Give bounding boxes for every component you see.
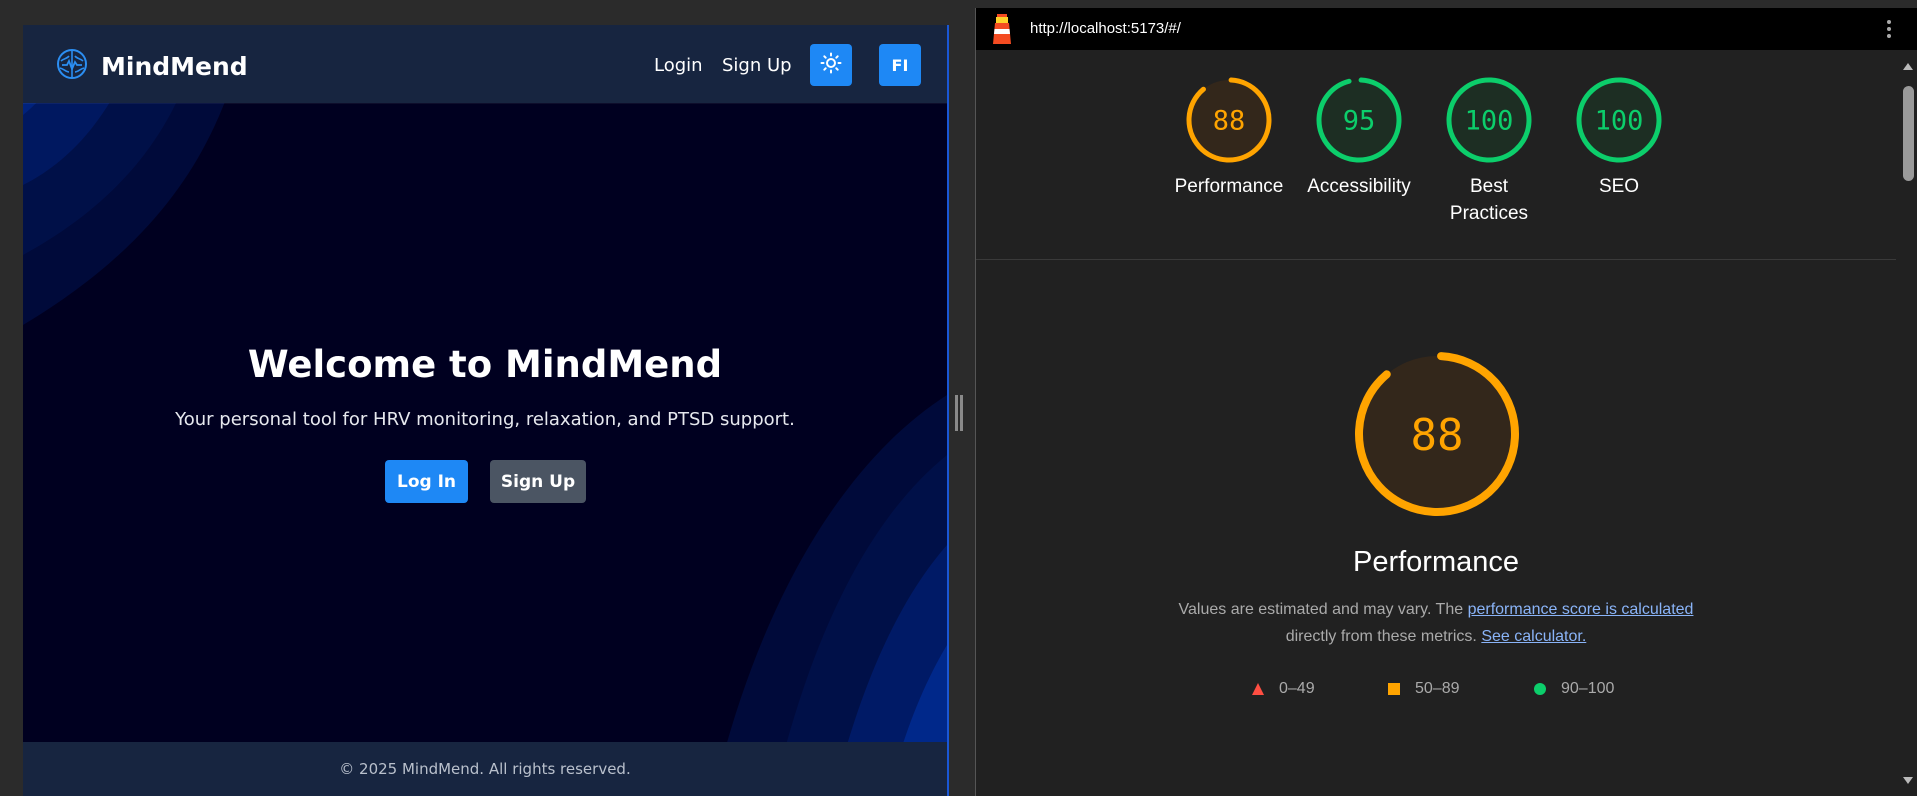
nav-login-link[interactable]: Login [654, 55, 703, 76]
app-viewport: MindMend Login Sign Up FI Welcome to Min… [23, 25, 949, 796]
lighthouse-topbar: http://localhost:5173/#/ [976, 8, 1917, 50]
gauge-label: Performance [1174, 176, 1284, 197]
legend-item-triangle: 0–49 [1251, 680, 1315, 698]
score-gauge-accessibility[interactable]: 95 Accessibility [1294, 75, 1424, 200]
more-menu-icon[interactable] [1886, 18, 1892, 40]
gauge-score-text: 88 [1213, 106, 1246, 137]
section-divider [976, 259, 1896, 260]
circle-icon [1534, 683, 1546, 695]
legend-range: 0–49 [1279, 680, 1315, 697]
gauge-score-text: 95 [1343, 106, 1376, 137]
triangle-icon [1252, 683, 1264, 695]
sun-icon [820, 52, 842, 78]
brain-icon [55, 47, 89, 86]
performance-main-gauge: 88 [1351, 348, 1523, 525]
lighthouse-icon [990, 14, 1014, 49]
scroll-up-icon[interactable] [1903, 63, 1913, 70]
performance-title: Performance [1352, 546, 1519, 578]
score-gauge-performance[interactable]: 88 Performance [1164, 75, 1294, 200]
legend-item-square: 50–89 [1387, 680, 1460, 698]
square-icon [1388, 683, 1400, 695]
desc-text-1: Values are estimated and may vary. The [1178, 601, 1468, 618]
brand-name: MindMend [101, 52, 248, 81]
gauge-label: SEO [1598, 176, 1640, 197]
app-header: MindMend Login Sign Up FI [23, 25, 947, 103]
see-calculator-link[interactable]: See calculator. [1481, 628, 1586, 645]
legend-range: 90–100 [1561, 680, 1615, 697]
theme-toggle-button[interactable] [810, 44, 852, 86]
gauge-label: Best Practices [1449, 176, 1529, 224]
legend-item-circle: 90–100 [1533, 680, 1614, 698]
scroll-down-icon[interactable] [1903, 777, 1913, 784]
hero-signup-button[interactable]: Sign Up [490, 460, 586, 503]
hero-subtitle: Your personal tool for HRV monitoring, r… [175, 409, 795, 430]
gauge-score-text: 100 [1595, 106, 1644, 137]
score-gauge-best-practices[interactable]: 100 Best Practices [1424, 75, 1554, 227]
performance-description: Values are estimated and may vary. The p… [1136, 596, 1736, 650]
pane-splitter[interactable] [954, 395, 964, 431]
scroll-thumb[interactable] [1903, 86, 1914, 181]
nav-signup-link[interactable]: Sign Up [722, 55, 792, 76]
language-button[interactable]: FI [879, 44, 921, 86]
legend-range: 50–89 [1415, 680, 1460, 697]
hero-title: Welcome to MindMend [247, 343, 723, 386]
app-footer: © 2025 MindMend. All rights reserved. [23, 742, 947, 796]
gauge-label: Accessibility [1307, 176, 1411, 197]
brand[interactable]: MindMend [55, 47, 248, 86]
gauge-score-text: 100 [1465, 106, 1514, 137]
lighthouse-panel: http://localhost:5173/#/ 88 Performance 95… [975, 8, 1917, 796]
lighthouse-url[interactable]: http://localhost:5173/#/ [1030, 20, 1181, 37]
desc-text-2: directly from these metrics. [1285, 628, 1482, 645]
score-calculated-link[interactable]: performance score is calculated [1468, 601, 1694, 618]
gauge-score-text: 88 [1411, 410, 1464, 461]
hero-login-button[interactable]: Log In [385, 460, 468, 503]
score-gauge-seo[interactable]: 100 SEO [1554, 75, 1684, 200]
scrollbar[interactable] [1898, 50, 1917, 796]
